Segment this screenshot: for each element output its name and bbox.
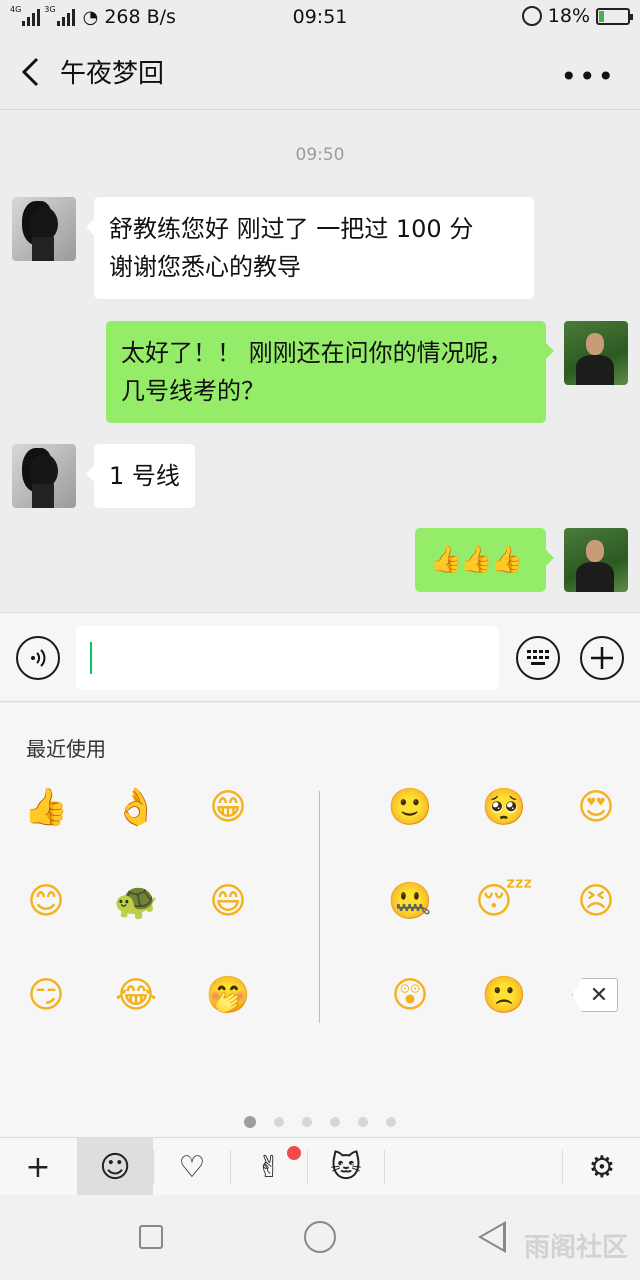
emoji-slight-smile[interactable]: 🙂: [388, 785, 433, 829]
tab-cat-stickers[interactable]: 🐱: [308, 1138, 384, 1196]
emoji-settings-button[interactable]: ⚙: [564, 1138, 640, 1196]
avatar-contact[interactable]: [12, 444, 76, 508]
input-bar: [0, 612, 640, 702]
chat-header: 午夜梦回 •••: [0, 34, 640, 110]
backspace-button[interactable]: ✕: [572, 978, 618, 1012]
backspace-icon: ✕: [589, 982, 609, 1008]
emoji-pleading[interactable]: 🥺: [482, 785, 527, 829]
rotation-lock-icon: [521, 6, 542, 26]
tab-separator: [384, 1150, 385, 1184]
tab-favorites[interactable]: ♡: [154, 1138, 230, 1196]
more-options-button[interactable]: •••: [560, 60, 616, 93]
page-indicator: [0, 1116, 640, 1128]
victory-hand-icon: ✌: [256, 1149, 282, 1185]
chat-title: 午夜梦回: [60, 59, 165, 89]
message-line: 几号线考的？: [121, 377, 265, 405]
emoji-grin[interactable]: 😁: [206, 785, 250, 829]
plus-button[interactable]: [580, 636, 624, 680]
page-dot[interactable]: [274, 1117, 284, 1127]
tab-separator: [562, 1150, 563, 1184]
battery-level: [599, 10, 605, 22]
message-line: 太好了！！ 刚刚还在问你的情况呢，: [121, 339, 513, 367]
text-caret: [90, 642, 92, 674]
page-dot[interactable]: [386, 1117, 396, 1127]
emoji-ok-hand[interactable]: 👌: [114, 785, 159, 829]
recents-button[interactable]: [139, 1225, 163, 1249]
notification-dot: [287, 1146, 301, 1160]
emoji-persevering[interactable]: 😣: [574, 879, 618, 923]
message-text: 1 号线: [109, 462, 180, 490]
emoji-sleeping[interactable]: 😴: [475, 879, 533, 923]
tab-emoji[interactable]: ☺: [77, 1138, 153, 1196]
voice-icon: [31, 649, 46, 667]
message-text: 👍👍👍: [430, 545, 523, 575]
emoji-heart-eyes[interactable]: 😍: [574, 785, 618, 829]
avatar-contact[interactable]: [12, 197, 76, 261]
emoji-smile[interactable]: 😊: [24, 879, 68, 923]
cat-sticker-icon: 🐱: [330, 1149, 362, 1185]
message-bubble-received[interactable]: 舒教练您好 刚过了 一把过 100 分 谢谢您悉心的教导: [86, 197, 534, 299]
page-dot[interactable]: [358, 1117, 368, 1127]
message-line: 舒教练您好 刚过了 一把过 100 分: [109, 215, 474, 243]
emoji-tab-bar: + ☺ ♡ ✌ 🐱 ⚙: [0, 1137, 640, 1196]
add-sticker-button[interactable]: +: [0, 1138, 76, 1196]
heart-icon: ♡: [178, 1149, 206, 1185]
message-bubble-sent[interactable]: 太好了！！ 刚刚还在问你的情况呢， 几号线考的？: [106, 321, 554, 423]
gear-icon: ⚙: [588, 1149, 616, 1185]
message-list[interactable]: 09:50 舒教练您好 刚过了 一把过 100 分 谢谢您悉心的教导 太好了！！…: [0, 111, 640, 611]
chevron-left-icon: [21, 57, 39, 86]
message-bubble-sent[interactable]: 👍👍👍: [415, 528, 554, 592]
message-line: 谢谢您悉心的教导: [109, 253, 301, 281]
avatar-self[interactable]: [564, 528, 628, 592]
emoji-astonished[interactable]: 😲: [388, 973, 432, 1017]
voice-button[interactable]: [16, 636, 60, 680]
emoji-smirk[interactable]: 😏: [24, 973, 68, 1017]
emoji-hand-over-mouth[interactable]: 🤭: [206, 973, 251, 1017]
emoji-turtle[interactable]: 🐢: [114, 879, 159, 923]
emoji-zipper-mouth[interactable]: 🤐: [388, 879, 433, 923]
message-input[interactable]: [76, 626, 499, 690]
battery-percent: 18%: [547, 5, 590, 27]
page-dot[interactable]: [330, 1117, 340, 1127]
status-bar: 4G 3G ◔ 268 B/s 09:51 18%: [0, 0, 640, 34]
message-bubble-received[interactable]: 1 号线: [86, 444, 195, 508]
smiley-icon: ☺: [99, 1149, 131, 1185]
page-dot[interactable]: [302, 1117, 312, 1127]
recently-used-label: 最近使用: [26, 737, 106, 761]
emoji-thumbs-up[interactable]: 👍: [24, 785, 69, 829]
back-nav-button[interactable]: [478, 1221, 506, 1253]
emoji-panel: 最近使用 👍 👌 😁 😊 🐢 😄 😏 😂 🤭 🙂 🥺 😍 🤐 😴 😣 😲 🙁 ✕: [0, 703, 640, 1137]
page-dot-active[interactable]: [244, 1116, 256, 1128]
keyboard-icon: [527, 650, 549, 665]
keyboard-button[interactable]: [516, 636, 560, 680]
emoji-happy[interactable]: 😄: [206, 879, 250, 923]
emoji-frown[interactable]: 🙁: [482, 973, 527, 1017]
watermark: 雨阁社区: [523, 1233, 628, 1263]
plus-icon: +: [25, 1149, 51, 1185]
message-timestamp: 09:50: [295, 145, 345, 165]
battery-icon: [596, 7, 633, 25]
system-nav-bar: 雨阁社区: [0, 1195, 640, 1280]
emoji-divider: [319, 791, 320, 1023]
back-button[interactable]: [0, 34, 60, 110]
plus-icon: [591, 647, 613, 669]
home-button[interactable]: [304, 1221, 336, 1253]
avatar-self[interactable]: [564, 321, 628, 385]
emoji-tears-of-joy[interactable]: 😂: [114, 973, 158, 1017]
